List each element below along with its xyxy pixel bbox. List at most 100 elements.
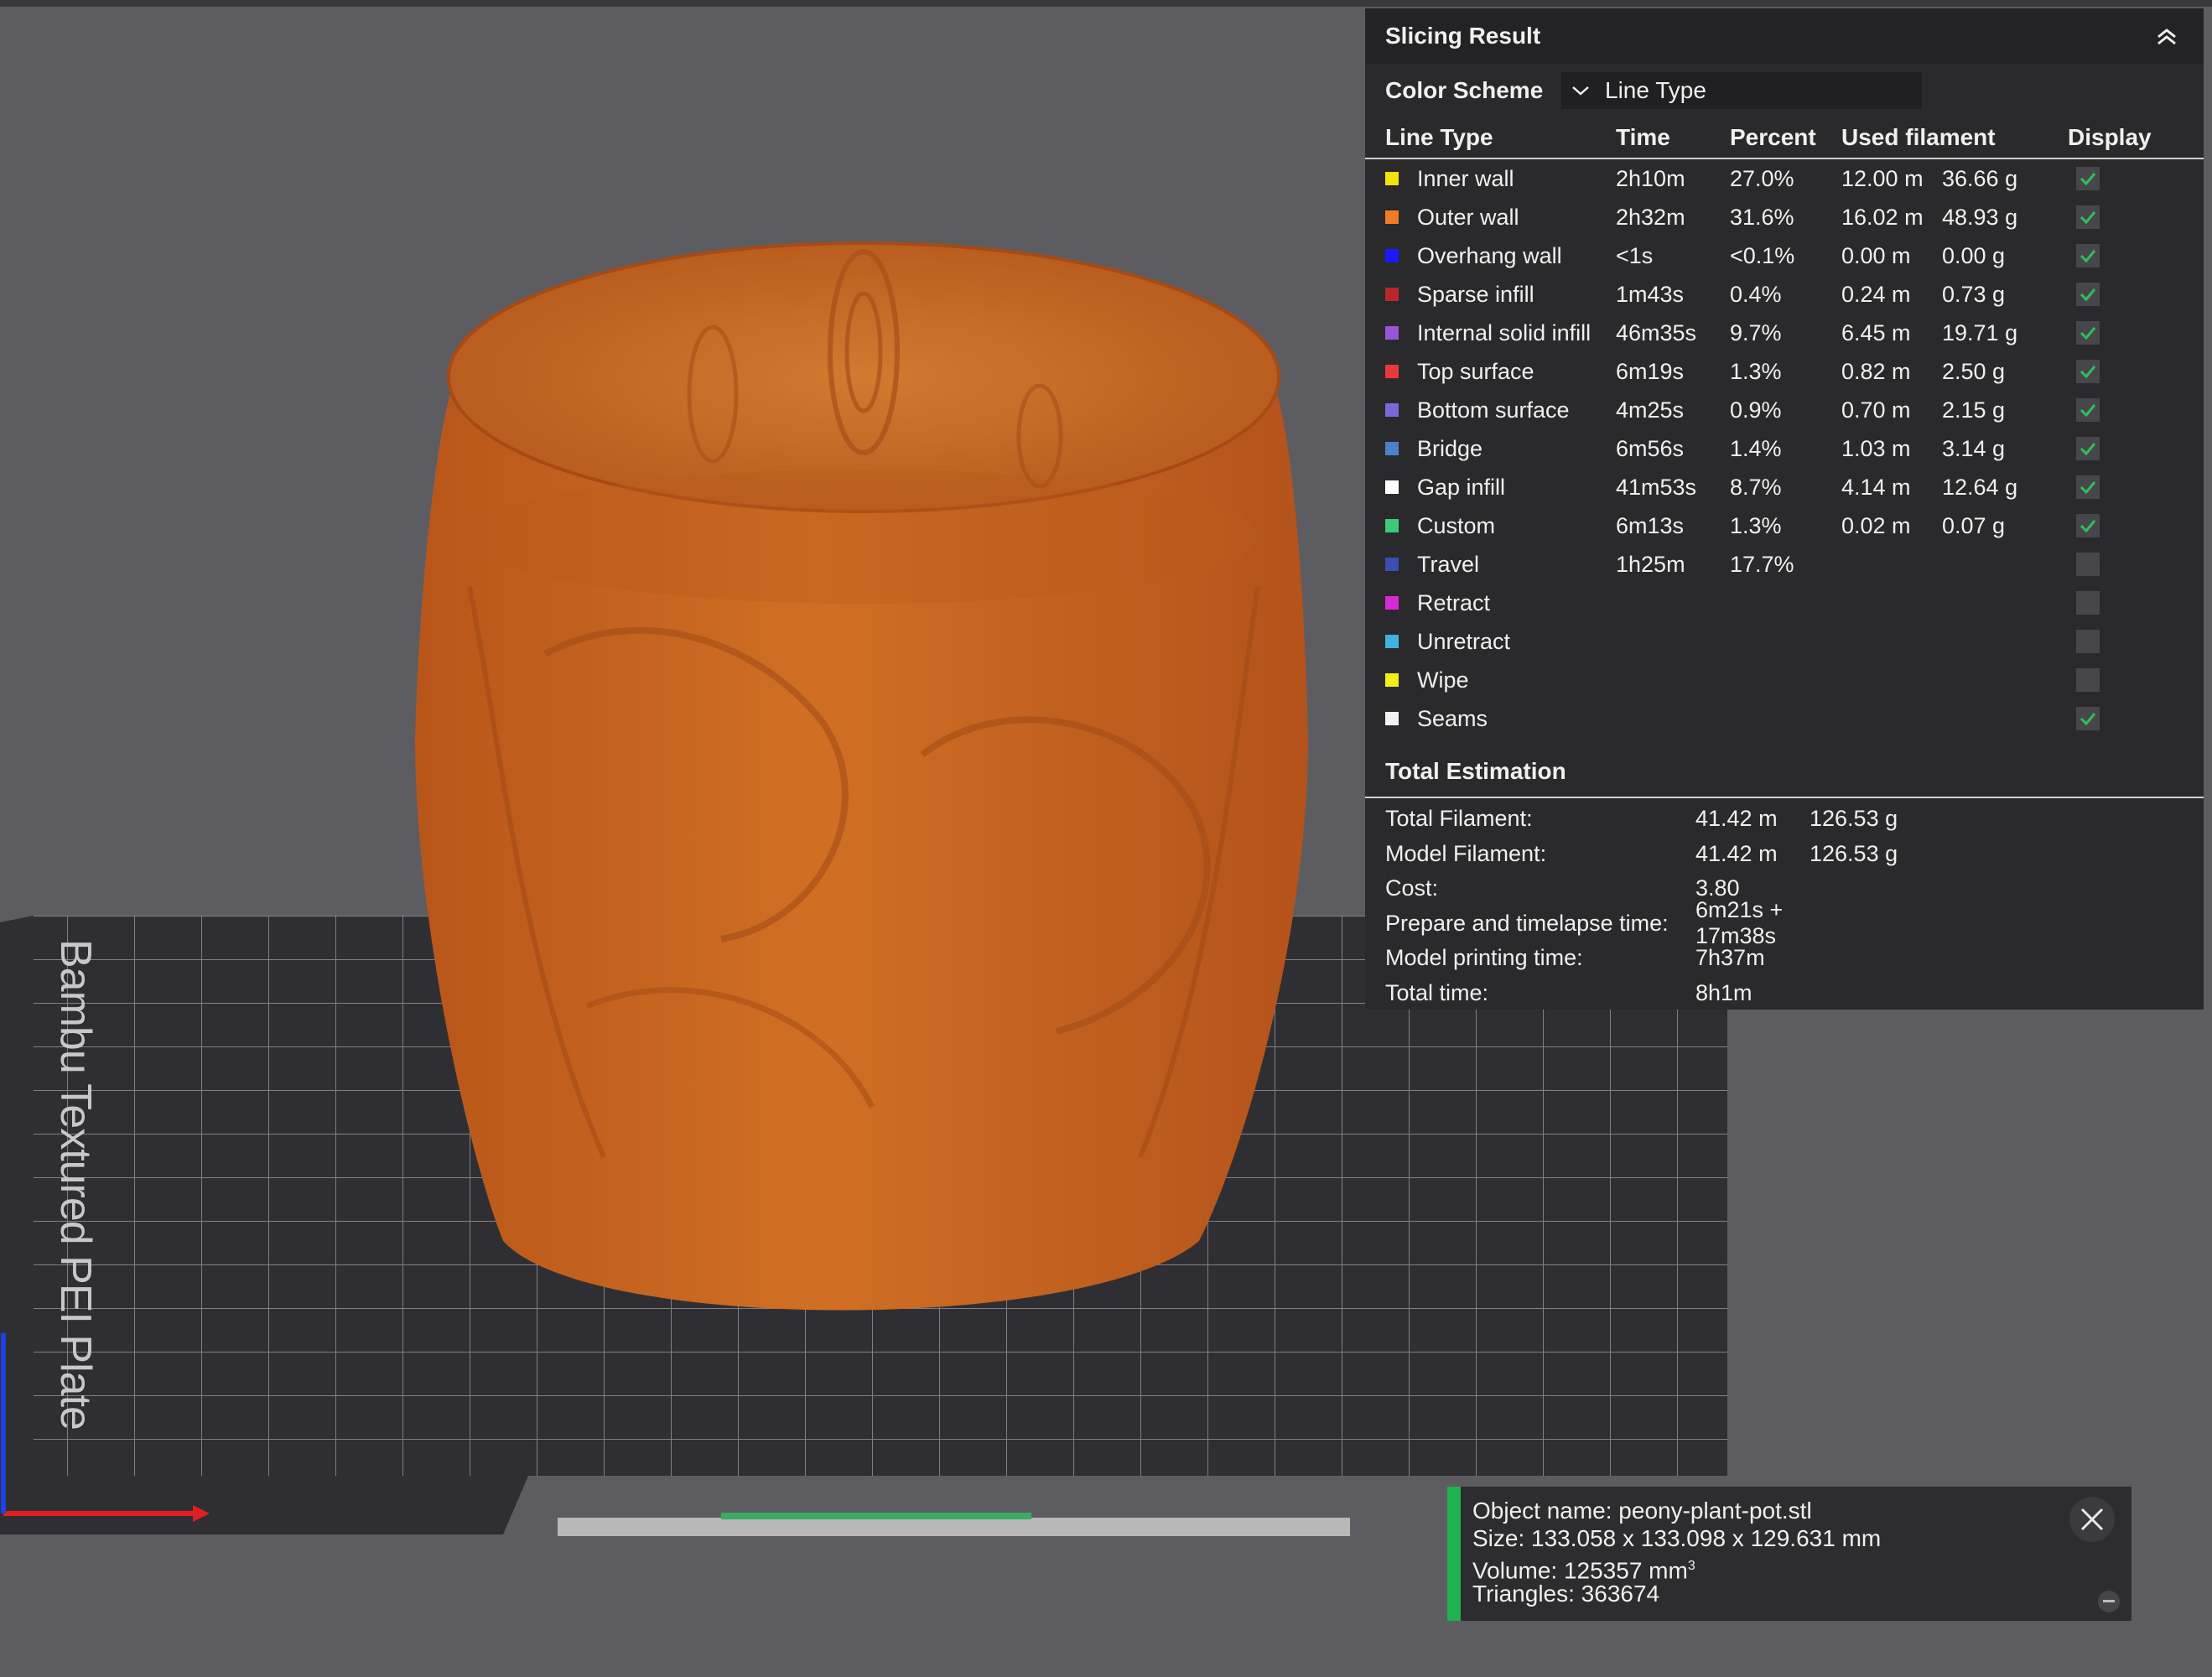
display-checkbox[interactable] [2076,475,2100,499]
time-cell: 2h10m [1616,165,1685,191]
length-cell: 6.45 m [1841,319,1911,345]
total-estimation-title: Total Estimation [1365,746,2204,798]
color-swatch [1385,596,1399,610]
line-type-cell: Gap infill [1385,475,1616,501]
display-cell [2068,205,2160,229]
percent-cell: 0.4% [1730,281,1782,307]
color-swatch [1385,712,1399,725]
display-checkbox[interactable] [2076,630,2100,653]
line-type-cell: Custom [1385,513,1616,539]
color-scheme-value: Line Type [1605,77,1706,103]
display-cell [2068,514,2160,537]
object-volume: Volume: 125357 mm3 [1472,1552,2132,1583]
double-chevron-up-icon [2157,29,2176,45]
table-row: Wipe [1365,661,2204,699]
estimation-value-secondary: 126.53 g [1810,840,1898,866]
object-info-panel: Object name: peony-plant-pot.stl Size: 1… [1447,1487,2132,1621]
length-cell: 16.02 m [1841,204,1924,230]
color-swatch [1385,172,1399,185]
display-checkbox[interactable] [2076,283,2100,306]
display-checkbox[interactable] [2076,553,2100,576]
display-checkbox[interactable] [2076,398,2100,422]
line-type-name: Custom [1417,512,1496,538]
length-cell: 0.00 m [1841,242,1911,268]
estimation-value: 41.42 m [1695,806,1778,832]
display-cell [2068,591,2160,615]
weight-cell: 2.15 g [1942,397,2006,423]
line-type-cell: Unretract [1385,629,1616,655]
estimation-value: 6m21s + 17m38s [1695,897,1784,949]
display-checkbox[interactable] [2076,437,2100,460]
line-type-cell: Overhang wall [1385,243,1616,269]
color-swatch [1385,673,1399,687]
estimation-label: Model Filament: [1385,840,1547,866]
table-row: Outer wall 2h32m 31.6% 16.02 m 48.93 g [1365,198,2204,236]
percent-cell: 8.7% [1730,474,1782,500]
display-checkbox[interactable] [2076,707,2100,730]
estimation-row: Total Filament: 41.42 m 126.53 g [1365,802,2204,837]
display-checkbox[interactable] [2076,668,2100,692]
line-type-name: Inner wall [1417,165,1514,191]
panel-header: Slicing Result [1365,8,2204,64]
header-used-filament: Used filament [1841,124,1996,150]
color-scheme-dropdown[interactable]: Line Type [1561,72,1922,109]
minimize-button[interactable] [2098,1591,2120,1612]
estimation-value: 8h1m [1695,979,1752,1005]
table-row: Top surface 6m19s 1.3% 0.82 m 2.50 g [1365,352,2204,391]
color-swatch [1385,249,1399,262]
percent-cell: 17.7% [1730,551,1794,577]
header-display: Display [2068,124,2152,150]
collapse-button[interactable] [2150,19,2183,53]
display-checkbox[interactable] [2076,244,2100,267]
close-button[interactable] [2069,1497,2115,1542]
weight-cell: 3.14 g [1942,435,2006,461]
length-cell: 12.00 m [1841,165,1924,191]
line-type-name: Unretract [1417,628,1511,654]
display-cell [2068,553,2160,576]
plate-progress [721,1513,1031,1519]
object-name: Object name: peony-plant-pot.stl [1472,1498,1812,1524]
estimation-value: 7h37m [1695,945,1765,971]
table-row: Retract [1365,584,2204,622]
weight-cell: 2.50 g [1942,358,2006,384]
volume-unit-superscript: 3 [1687,1559,1695,1573]
color-scheme-label: Color Scheme [1385,77,1544,103]
weight-cell: 0.00 g [1942,242,2006,268]
table-row: Travel 1h25m 17.7% [1365,545,2204,584]
object-size: Size: 133.058 x 133.098 x 129.631 mm [1472,1525,1882,1551]
time-cell: <1s [1616,242,1654,268]
estimation-label: Total time: [1385,979,1489,1005]
estimation-label: Model printing time: [1385,945,1583,971]
display-checkbox[interactable] [2076,591,2100,615]
color-swatch [1385,558,1399,571]
estimation-label: Cost: [1385,875,1439,901]
display-checkbox[interactable] [2076,514,2100,537]
display-cell [2068,360,2160,383]
plate-label: Bambu Textured PEI Plate [51,939,100,1430]
time-cell: 6m13s [1616,512,1685,538]
percent-cell: 1.3% [1730,512,1782,538]
line-type-name: Seams [1417,705,1488,731]
display-checkbox[interactable] [2076,360,2100,383]
color-swatch [1385,519,1399,532]
display-cell [2068,668,2160,692]
line-type-table: Inner wall 2h10m 27.0% 12.00 m 36.66 g Outer … [1365,159,2204,738]
line-type-name: Travel [1417,551,1480,577]
line-type-cell: Internal solid infill [1385,320,1616,346]
line-type-name: Bridge [1417,435,1483,461]
line-type-cell: Bottom surface [1385,397,1616,423]
display-checkbox[interactable] [2076,321,2100,345]
display-cell [2068,630,2160,653]
length-cell: 4.14 m [1841,474,1911,500]
color-swatch [1385,480,1399,494]
time-cell: 1h25m [1616,551,1685,577]
minus-icon [2103,1600,2115,1602]
display-checkbox[interactable] [2076,167,2100,190]
display-checkbox[interactable] [2076,205,2100,229]
display-cell [2068,437,2160,460]
close-icon [2080,1508,2104,1531]
chevron-down-icon [1571,80,1590,101]
line-type-name: Gap infill [1417,474,1506,500]
length-cell: 0.82 m [1841,358,1911,384]
plate-toolbar-strip [558,1518,1350,1536]
